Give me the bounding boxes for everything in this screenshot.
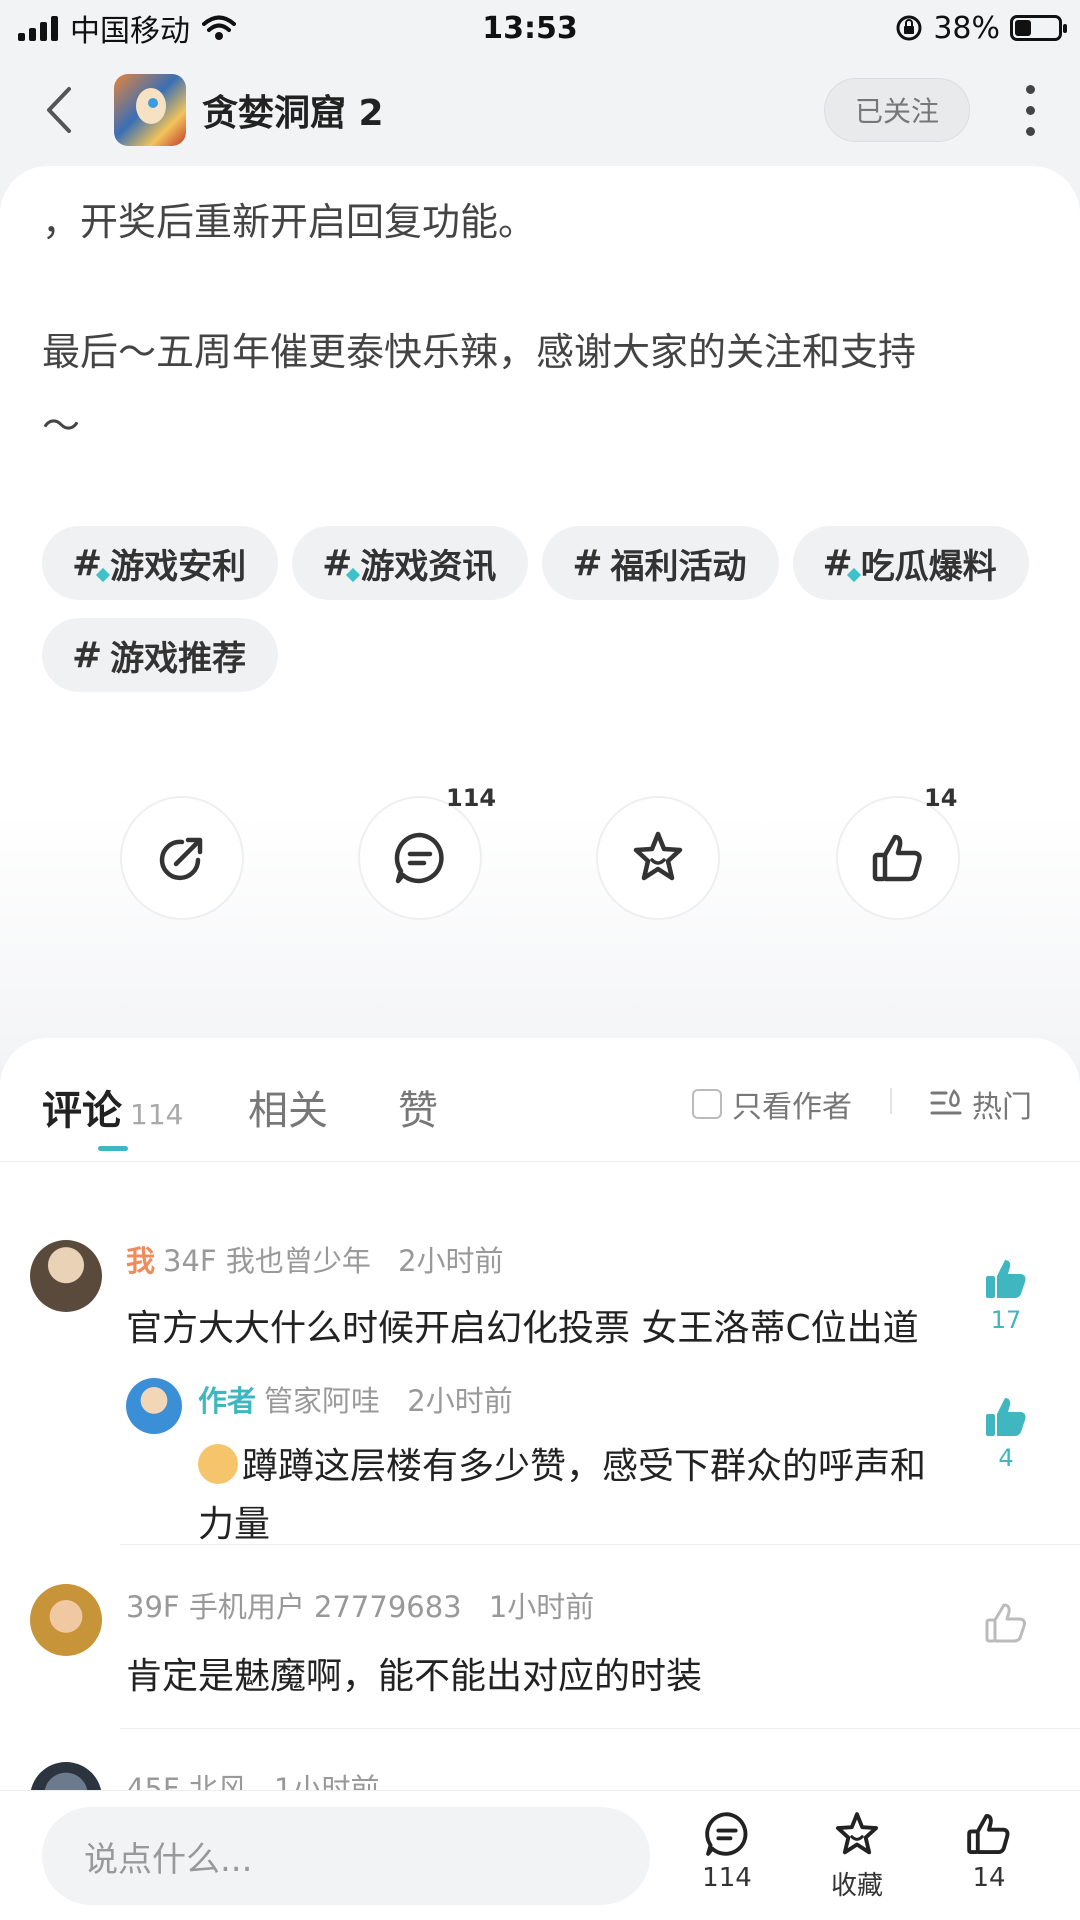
reply-like-button[interactable]: 4 — [976, 1394, 1036, 1472]
me-badge: 我 — [126, 1244, 156, 1278]
comment-icon — [394, 832, 444, 884]
battery-icon — [1010, 15, 1067, 41]
like-count: 14 — [924, 784, 958, 812]
bottom-comment-button[interactable]: 114 — [672, 1809, 782, 1893]
tab-related[interactable]: 相关 — [248, 1078, 328, 1136]
page-title[interactable]: 贪婪洞窟 2 — [202, 84, 824, 136]
thumbs-up-filled-icon — [986, 1260, 1026, 1298]
comment-like-count: 17 — [990, 1306, 1022, 1334]
emoji-icon — [198, 1444, 238, 1484]
tab-likes[interactable]: 赞 — [398, 1078, 438, 1136]
avatar[interactable] — [30, 1240, 102, 1312]
comment-meta: 我 34F 我也曾少年 2小时前 — [126, 1244, 504, 1278]
thumbs-up-icon — [967, 1813, 1010, 1855]
rotation-lock-icon — [896, 15, 922, 41]
reply-like-count: 4 — [998, 1444, 1014, 1472]
bottom-like-button[interactable]: 14 — [934, 1809, 1044, 1893]
comment-like-button[interactable]: 17 — [976, 1256, 1036, 1334]
thumbs-up-icon — [985, 1603, 1026, 1643]
comment-count: 114 — [446, 784, 497, 812]
hashtag-icon: # — [72, 542, 103, 584]
bottom-bar: 说点什么... 114 收藏 14 — [0, 1790, 1080, 1920]
tag-chip[interactable]: # 福利活动 — [542, 526, 779, 600]
comment-button[interactable] — [358, 796, 482, 920]
comment-tabs: 评论 114 相关 赞 只看作者 热门 — [0, 1038, 1080, 1162]
comment-icon — [705, 1812, 748, 1856]
share-icon — [159, 837, 203, 881]
star-icon — [835, 1812, 879, 1855]
post-card: ，开奖后重新开启回复功能。 最后～五周年催更泰快乐辣，感谢大家的关注和支持 ～ … — [0, 166, 1080, 1066]
hashtag-icon: # — [72, 634, 103, 676]
sort-button[interactable]: 热门 — [930, 1082, 1032, 1126]
signal-icon — [18, 15, 58, 41]
post-text-line: 最后～五周年催更泰快乐辣，感谢大家的关注和支持 — [42, 330, 917, 374]
reply-text: 蹲蹲这层楼有多少赞，感受下群众的呼声和 力量 — [198, 1444, 927, 1545]
reply-meta: 作者 管家阿哇 2小时前 — [198, 1384, 513, 1418]
comment-like-button[interactable] — [976, 1600, 1036, 1650]
active-tab-indicator — [98, 1146, 128, 1151]
author-only-toggle[interactable]: 只看作者 — [692, 1082, 852, 1126]
tag-chip[interactable]: # 吃瓜爆料 — [792, 526, 1029, 600]
game-icon[interactable] — [114, 74, 186, 146]
chevron-left-icon — [47, 87, 71, 133]
comment-text: 官方大大什么时候开启幻化投票 女王洛蒂C位出道 — [126, 1308, 919, 1349]
bottom-like-count: 14 — [972, 1863, 1006, 1893]
carrier-label: 中国移动 — [70, 14, 190, 49]
status-bar: 中国移动 13:53 38% — [0, 0, 1080, 56]
tag-chip[interactable]: # 游戏推荐 — [42, 618, 279, 692]
author-badge: 作者 — [198, 1384, 257, 1418]
tab-comments-count: 114 — [130, 1098, 184, 1131]
tag-chip[interactable]: # 游戏资讯 — [292, 526, 529, 600]
hashtag-icon: # — [322, 542, 353, 584]
post-text-line: ，开奖后重新开启回复功能。 — [42, 200, 537, 244]
tag-chip[interactable]: # 游戏安利 — [42, 526, 279, 600]
back-button[interactable] — [30, 82, 86, 138]
battery-percent: 38% — [933, 10, 1000, 46]
star-icon — [633, 831, 683, 881]
sort-icon — [930, 1089, 962, 1115]
hashtag-icon: # — [572, 542, 603, 584]
reply-avatar[interactable] — [126, 1378, 182, 1434]
hashtag-icon: # — [822, 542, 853, 584]
divider — [120, 1728, 1080, 1729]
tab-comments[interactable]: 评论 114 — [42, 1078, 183, 1136]
nav-bar: 贪婪洞窟 2 已关注 — [0, 60, 1080, 160]
post-actions: 114 14 — [0, 784, 1080, 926]
post-text-line: ～ — [42, 404, 81, 448]
more-options-icon[interactable] — [1010, 75, 1050, 145]
divider — [120, 1544, 1080, 1545]
like-button[interactable] — [836, 796, 960, 920]
thumbs-up-filled-icon — [986, 1398, 1026, 1436]
comment-text: 肯定是魅魔啊，能不能出对应的时装 — [126, 1656, 703, 1697]
comment-input[interactable]: 说点什么... — [42, 1807, 650, 1905]
divider — [890, 1088, 892, 1114]
avatar[interactable] — [30, 1584, 102, 1656]
bottom-comment-count: 114 — [702, 1863, 752, 1893]
comment-meta: 39F 手机用户 27779683 1小时前 — [126, 1590, 595, 1624]
bottom-favorite-label: 收藏 — [830, 1871, 883, 1901]
share-button[interactable] — [120, 796, 244, 920]
wifi-icon — [202, 15, 236, 40]
bottom-favorite-button[interactable]: 收藏 — [802, 1809, 912, 1902]
tag-list: # 游戏安利 # 游戏资讯 # 福利活动 # 吃瓜爆料 # 游戏推荐 — [42, 526, 1042, 692]
favorite-button[interactable] — [596, 796, 720, 920]
author-only-checkbox[interactable] — [692, 1089, 722, 1119]
follow-button[interactable]: 已关注 — [824, 78, 970, 142]
thumbs-up-icon — [872, 834, 922, 882]
status-time: 13:53 — [482, 10, 578, 46]
comments-panel: 评论 114 相关 赞 只看作者 热门 我 34F 我也曾少年 2小时前 官方大大什… — [0, 1038, 1080, 1798]
